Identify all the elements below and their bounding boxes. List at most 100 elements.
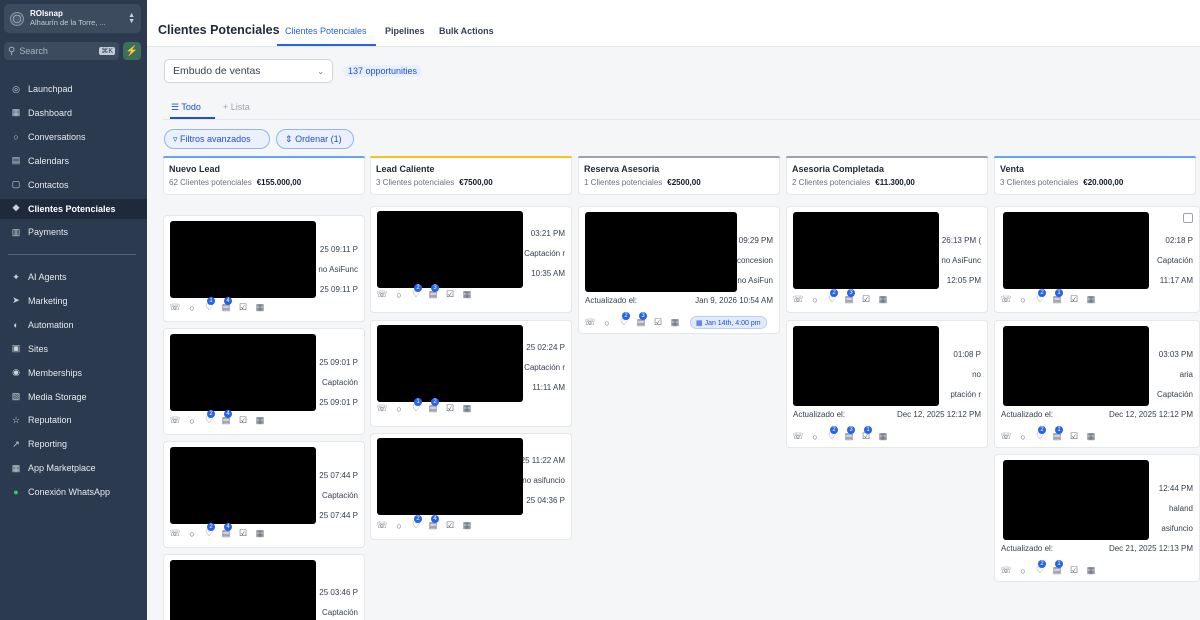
calendar-icon[interactable]: ▦	[254, 302, 266, 313]
sidebar-item-reporting[interactable]: ↗ Reporting	[0, 434, 147, 454]
opportunity-card[interactable]: 02:18 P Captación 11:17 AM ☏ ○ ♡ 2 ▤ 1 ☑ ▦	[994, 206, 1200, 313]
search-input[interactable]: ⚲ Search ⌘K	[4, 42, 119, 60]
opportunity-card[interactable]: 01:08 P no ptación r Actualizado el: Dec 12,…	[786, 320, 988, 448]
appointment-badge[interactable]: ▦ Jan 14th, 4:00 pm	[690, 316, 767, 329]
sidebar-item-app-marketplace[interactable]: ▦ App Marketplace	[0, 458, 147, 478]
phone-icon[interactable]: ☏	[1000, 294, 1012, 305]
tag-icon[interactable]: ♡ 2	[410, 284, 422, 300]
chat-bubble-icon[interactable]: ○	[601, 318, 613, 328]
task-icon[interactable]: ☑	[444, 403, 456, 414]
task-icon[interactable]: ☑	[1068, 431, 1080, 442]
sidebar-item-conversations[interactable]: ○ Conversations	[0, 127, 147, 147]
chat-bubble-icon[interactable]: ○	[809, 295, 821, 305]
calendar-icon[interactable]: ▦	[877, 431, 889, 442]
task-icon[interactable]: ☑ 1	[860, 426, 872, 442]
phone-icon[interactable]: ☏	[169, 415, 181, 426]
calendar-icon[interactable]: ▦	[461, 289, 473, 300]
phone-icon[interactable]: ☏	[376, 520, 388, 531]
opportunity-card[interactable]: 03:03 PM aria Captación Actualizado el: Dec …	[994, 320, 1200, 448]
note-icon[interactable]: ▤ 3	[843, 289, 855, 305]
chat-bubble-icon[interactable]: ○	[186, 303, 198, 313]
opportunity-card[interactable]: 09:29 PM concesion no AsiFun Actualizado el…	[578, 206, 780, 334]
chat-bubble-icon[interactable]: ○	[809, 432, 821, 442]
tag-icon[interactable]: ♡ 2	[618, 312, 630, 328]
chat-bubble-icon[interactable]: ○	[1017, 566, 1029, 576]
chat-bubble-icon[interactable]: ○	[393, 290, 405, 300]
opportunity-card[interactable]: 25 09:01 P Captación 25 09:01 P ☏ ○ ♡ 2 ▤ 4 ☑ ▦	[163, 328, 365, 435]
view-tab-lista[interactable]: + Lista	[223, 102, 250, 112]
account-switcher[interactable]: ◯ ROIsnap Alhaurín de la Torre, ... ▲ ▼	[4, 4, 141, 33]
sidebar-item-ai-agents[interactable]: ✦ AI Agents	[0, 267, 147, 287]
phone-icon[interactable]: ☏	[792, 431, 804, 442]
note-icon[interactable]: ▤ 4	[220, 523, 232, 539]
calendar-icon[interactable]: ▦	[669, 317, 681, 328]
sidebar-item-conexi-n-whatsapp[interactable]: ● Conexión WhatsApp	[0, 482, 147, 502]
chat-bubble-icon[interactable]: ○	[1017, 295, 1029, 305]
sidebar-item-dashboard[interactable]: ▦ Dashboard	[0, 103, 147, 123]
view-tab-todo[interactable]: ☰ Todo	[171, 102, 201, 113]
sidebar-item-calendars[interactable]: ▤ Calendars	[0, 151, 147, 171]
tag-icon[interactable]: ♡ 2	[1034, 289, 1046, 305]
calendar-icon[interactable]: ▦	[254, 415, 266, 426]
opportunity-card[interactable]: 25 11:22 AM no asifuncio 25 04:36 P ☏ ○ ♡ 2 ▤ 4 ☑…	[370, 433, 572, 540]
calendar-icon[interactable]: ▦	[1085, 294, 1097, 305]
lightning-icon[interactable]: ⚡	[123, 42, 141, 60]
task-icon[interactable]: ☑	[1068, 294, 1080, 305]
task-icon[interactable]: ☑	[652, 317, 664, 328]
chat-bubble-icon[interactable]: ○	[1017, 432, 1029, 442]
task-icon[interactable]: ☑	[860, 294, 872, 305]
calendar-icon[interactable]: ▦	[254, 528, 266, 539]
note-icon[interactable]: ▤ 3	[843, 426, 855, 442]
tab-clientes-potenciales[interactable]: Clientes Potenciales	[285, 26, 367, 36]
task-icon[interactable]: ☑	[1068, 565, 1080, 576]
phone-icon[interactable]: ☏	[792, 294, 804, 305]
card-select-checkbox[interactable]	[1183, 213, 1193, 223]
chat-bubble-icon[interactable]: ○	[186, 529, 198, 539]
calendar-icon[interactable]: ▦	[461, 520, 473, 531]
sidebar-item-automation[interactable]: ◐ Automation	[0, 315, 147, 335]
task-icon[interactable]: ☑	[444, 289, 456, 300]
tag-icon[interactable]: ♡ 2	[826, 289, 838, 305]
phone-icon[interactable]: ☏	[169, 528, 181, 539]
chat-bubble-icon[interactable]: ○	[393, 521, 405, 531]
chat-bubble-icon[interactable]: ○	[393, 404, 405, 414]
advanced-filters-button[interactable]: ▿ Filtros avanzados	[164, 129, 270, 149]
task-icon[interactable]: ☑	[237, 415, 249, 426]
note-icon[interactable]: ▤ 4	[220, 410, 232, 426]
calendar-icon[interactable]: ▦	[877, 294, 889, 305]
sidebar-item-clientes-potenciales[interactable]: ❖ Clientes Potenciales	[0, 198, 147, 219]
sidebar-item-memberships[interactable]: ◉ Memberships	[0, 363, 147, 383]
sidebar-item-media-storage[interactable]: ▧ Media Storage	[0, 387, 147, 407]
tab-pipelines[interactable]: Pipelines	[385, 26, 425, 36]
opportunity-card[interactable]: 12:44 PM haland asifuncio Actualizado el: De…	[994, 454, 1200, 582]
opportunity-card[interactable]: 25 03:46 P Captación	[163, 554, 365, 620]
phone-icon[interactable]: ☏	[169, 302, 181, 313]
note-icon[interactable]: ▤ 4	[427, 515, 439, 531]
tag-icon[interactable]: ♡ 2	[1034, 560, 1046, 576]
tag-icon[interactable]: ♡ 2	[203, 410, 215, 426]
chat-bubble-icon[interactable]: ○	[186, 416, 198, 426]
tag-icon[interactable]: ♡ 1	[410, 398, 422, 414]
tag-icon[interactable]: ♡ 2	[410, 515, 422, 531]
note-icon[interactable]: ▤ 1	[1051, 426, 1063, 442]
phone-icon[interactable]: ☏	[584, 317, 596, 328]
calendar-icon[interactable]: ▦	[1085, 565, 1097, 576]
sidebar-item-marketing[interactable]: ➤ Marketing	[0, 291, 147, 311]
tag-icon[interactable]: ♡ 2	[826, 426, 838, 442]
sort-button[interactable]: ⇕ Ordenar (1)	[276, 129, 354, 149]
note-icon[interactable]: ▤ 3	[635, 312, 647, 328]
tag-icon[interactable]: ♡ 2	[203, 523, 215, 539]
sidebar-item-payments[interactable]: ▥ Payments	[0, 222, 147, 242]
calendar-icon[interactable]: ▦	[461, 403, 473, 414]
tab-bulk-actions[interactable]: Bulk Actions	[439, 26, 494, 36]
task-icon[interactable]: ☑	[444, 520, 456, 531]
sidebar-item-launchpad[interactable]: ◎ Launchpad	[0, 79, 147, 99]
note-icon[interactable]: ▤ 4	[220, 297, 232, 313]
tag-icon[interactable]: ♡ 2	[1034, 426, 1046, 442]
opportunity-card[interactable]: 25 09:11 P no AsiFunc 25 09:11 P ☏ ○ ♡ 1 ▤ 4 ☑ ▦	[163, 215, 365, 322]
note-icon[interactable]: ▤ 1	[1051, 560, 1063, 576]
sidebar-item-sites[interactable]: ▣ Sites	[0, 339, 147, 359]
tag-icon[interactable]: ♡ 1	[203, 297, 215, 313]
sidebar-item-reputation[interactable]: ☆ Reputation	[0, 410, 147, 430]
task-icon[interactable]: ☑	[237, 528, 249, 539]
